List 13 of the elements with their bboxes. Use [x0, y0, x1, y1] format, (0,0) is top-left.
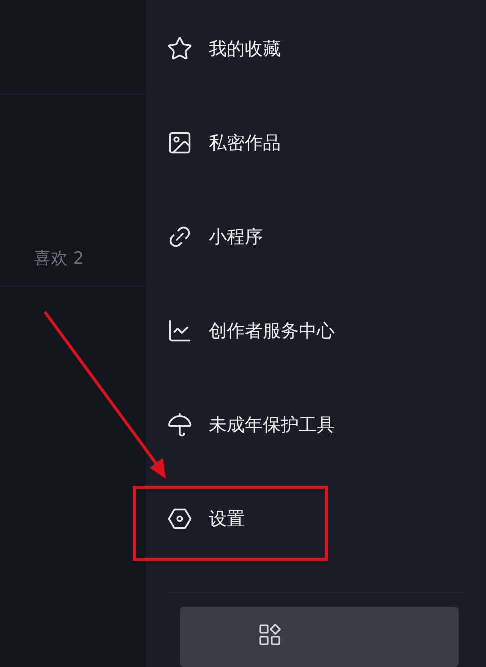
menu-item[interactable]: 我的收藏	[146, 2, 486, 96]
menu-item[interactable]: 小程序	[146, 190, 486, 284]
umbrella-icon	[167, 412, 193, 438]
image-icon	[167, 130, 193, 156]
menu-item[interactable]: 创作者服务中心	[146, 284, 486, 378]
menu-item[interactable]: 私密作品	[146, 96, 486, 190]
star-icon	[167, 36, 193, 62]
more-button[interactable]	[180, 607, 459, 667]
menu-item[interactable]: 未成年保护工具	[146, 378, 486, 472]
menu-item[interactable]: 设置	[146, 472, 486, 566]
line-chart-icon	[167, 318, 193, 344]
likes-tab[interactable]: 喜欢 2	[34, 246, 84, 272]
apps-icon	[258, 623, 282, 648]
